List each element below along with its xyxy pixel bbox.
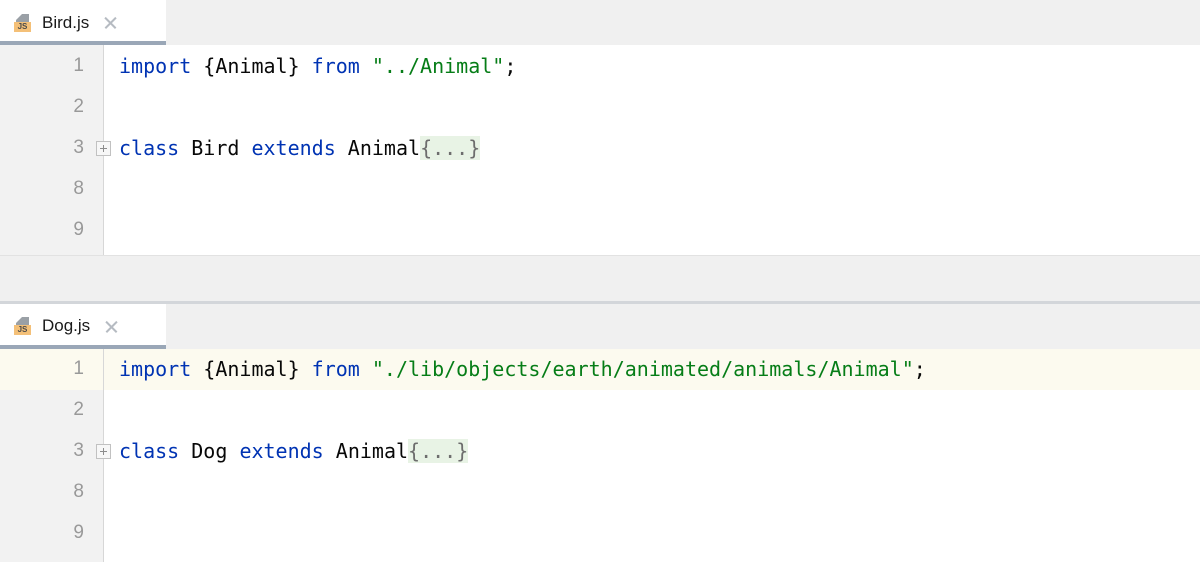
editor-pane-bottom: JS Dog.js 1 2 3 8 9 import {Animal} from… (0, 303, 1200, 562)
gutter-row: 2 (0, 86, 103, 127)
token-keyword: class (119, 439, 180, 463)
token-keyword: extends (251, 135, 336, 160)
gutter-row: 1 (0, 45, 103, 86)
token-text: Bird (179, 135, 252, 160)
token-text: ; (504, 53, 517, 78)
line-number: 1 (73, 54, 84, 76)
token-keyword: import (119, 357, 192, 381)
gutter-row: 8 (0, 472, 103, 513)
folded-code-placeholder[interactable]: {...} (408, 439, 469, 463)
code-line[interactable] (104, 472, 1200, 513)
tab-label: Bird.js (42, 12, 90, 32)
line-number: 8 (73, 177, 84, 199)
close-icon[interactable] (103, 318, 120, 335)
token-text: {Animal} (191, 357, 312, 381)
line-number: 9 (73, 522, 84, 543)
line-number: 1 (73, 358, 84, 379)
close-icon[interactable] (102, 14, 119, 31)
line-number: 2 (73, 95, 84, 117)
code-line[interactable]: import {Animal} from "./lib/objects/eart… (104, 348, 1200, 390)
line-number: 9 (73, 218, 84, 240)
token-keyword: import (119, 53, 192, 78)
code-area-bottom[interactable]: 1 2 3 8 9 import {Animal} from "./lib/ob… (0, 348, 1200, 562)
gutter-row: 3 (0, 431, 111, 472)
js-badge-label: JS (14, 325, 31, 335)
gutter-row: 9 (0, 513, 103, 554)
code-line[interactable] (104, 390, 1200, 431)
gutter-row: 3 (0, 127, 111, 168)
token-text: ; (913, 357, 926, 381)
token-text: Dog (179, 439, 240, 463)
js-file-icon: JS (14, 13, 31, 32)
token-text: Animal (323, 439, 409, 463)
token-keyword: class (119, 135, 180, 160)
gutter-row: 1 (0, 348, 103, 390)
token-text: Animal (335, 135, 421, 160)
line-number: 3 (73, 136, 84, 158)
code-lines-bottom[interactable]: import {Animal} from "./lib/objects/eart… (104, 348, 1200, 562)
ide-window: JS Bird.js 1 2 3 8 9 import {Animal} fro… (0, 0, 1200, 562)
code-line[interactable] (104, 209, 1200, 250)
line-number: 3 (73, 440, 84, 461)
tab-bar-top: JS Bird.js (0, 0, 1200, 45)
token-text: {Animal} (191, 53, 312, 78)
token-keyword: extends (239, 439, 324, 463)
token-keyword: from (311, 53, 360, 78)
folded-code-placeholder[interactable]: {...} (420, 135, 481, 160)
code-area-top[interactable]: 1 2 3 8 9 import {Animal} from "../Anima… (0, 45, 1200, 255)
token-keyword: from (311, 357, 360, 381)
code-line[interactable]: import {Animal} from "../Animal"; (104, 45, 1200, 86)
line-number: 2 (73, 399, 84, 420)
token-string: "../Animal" (371, 53, 505, 78)
editor-pane-top: JS Bird.js 1 2 3 8 9 import {Animal} fro… (0, 0, 1200, 255)
tab-dog-js[interactable]: JS Dog.js (0, 303, 166, 349)
code-line[interactable] (104, 86, 1200, 127)
code-line[interactable] (104, 513, 1200, 554)
code-line[interactable] (104, 168, 1200, 209)
code-lines-top[interactable]: import {Animal} from "../Animal"; class … (104, 45, 1200, 255)
editor-splitter[interactable] (0, 254, 1200, 304)
gutter-top[interactable]: 1 2 3 8 9 (0, 45, 111, 255)
tab-label: Dog.js (42, 316, 91, 335)
js-file-icon: JS (14, 317, 31, 335)
tab-bar-bottom: JS Dog.js (0, 303, 1200, 349)
line-number: 8 (73, 481, 84, 502)
token-string: "./lib/objects/earth/animated/animals/An… (371, 357, 914, 381)
code-line[interactable]: class Dog extends Animal {...} (104, 431, 1200, 472)
tab-bird-js[interactable]: JS Bird.js (0, 0, 166, 45)
js-badge-label: JS (14, 21, 31, 32)
gutter-bottom[interactable]: 1 2 3 8 9 (0, 348, 111, 562)
gutter-row: 8 (0, 168, 103, 209)
code-line[interactable]: class Bird extends Animal {...} (104, 127, 1200, 168)
gutter-row: 2 (0, 390, 103, 431)
gutter-row: 9 (0, 209, 103, 250)
